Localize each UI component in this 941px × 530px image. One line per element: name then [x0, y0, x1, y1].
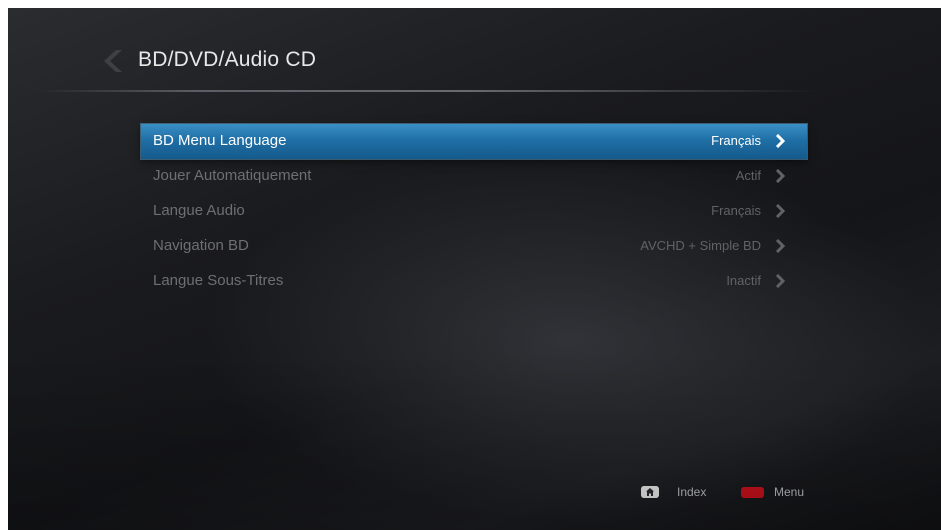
- menu-item-value: Inactif: [726, 273, 761, 288]
- chevron-right-icon: [775, 239, 785, 253]
- settings-menu-list: BD Menu Language Français Jouer Automati…: [141, 124, 807, 299]
- back-chevron-icon[interactable]: [100, 48, 122, 74]
- settings-screen: BD/DVD/Audio CD BD Menu Language Françai…: [8, 8, 941, 530]
- home-icon[interactable]: [641, 486, 659, 498]
- menu-item-label: Jouer Automatiquement: [153, 167, 312, 184]
- menu-item-label: Navigation BD: [153, 237, 249, 254]
- menu-item-label: BD Menu Language: [153, 132, 287, 149]
- menu-label: Menu: [774, 485, 805, 499]
- menu-item-value: AVCHD + Simple BD: [640, 238, 761, 253]
- footer-hints: Index Menu: [608, 480, 838, 504]
- menu-item-jouer-automatiquement[interactable]: Jouer Automatiquement Actif: [141, 159, 807, 194]
- index-label: Index: [677, 485, 707, 499]
- chevron-right-icon: [775, 274, 785, 288]
- page-title: BD/DVD/Audio CD: [138, 48, 317, 71]
- menu-item-bd-menu-language[interactable]: BD Menu Language Français: [141, 124, 807, 159]
- chevron-right-icon: [775, 134, 785, 148]
- menu-item-langue-audio[interactable]: Langue Audio Français: [141, 194, 807, 229]
- chevron-right-icon: [775, 169, 785, 183]
- header: BD/DVD/Audio CD: [8, 8, 941, 98]
- menu-item-label: Langue Audio: [153, 202, 245, 219]
- menu-item-langue-sous-titres[interactable]: Langue Sous-Titres Inactif: [141, 264, 807, 299]
- menu-item-value: Français: [711, 133, 761, 148]
- menu-item-label: Langue Sous-Titres: [153, 272, 284, 289]
- header-divider: [38, 90, 818, 92]
- menu-item-value: Français: [711, 203, 761, 218]
- menu-item-navigation-bd[interactable]: Navigation BD AVCHD + Simple BD: [141, 229, 807, 264]
- chevron-right-icon: [775, 204, 785, 218]
- menu-item-value: Actif: [735, 168, 761, 183]
- red-button-icon[interactable]: [741, 487, 764, 498]
